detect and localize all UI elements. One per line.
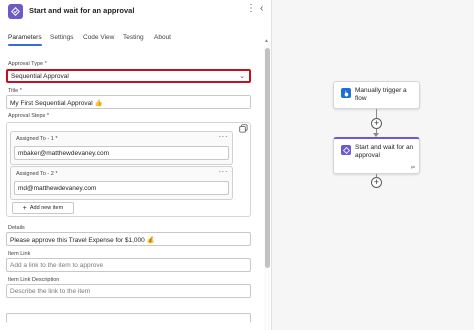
step-2-assignee-value: md@matthewdevaney.com: [18, 185, 97, 192]
step-1-assignee-value: mbaker@matthewdevaney.com: [18, 150, 110, 157]
chevron-down-icon: ⌄: [239, 73, 245, 80]
scrollbar-thumb[interactable]: [265, 48, 270, 268]
action-details-panel: Start and wait for an approval ⋮ ‹ Param…: [0, 0, 272, 330]
details-label: Details: [8, 225, 25, 231]
approval-type-label: Approval Type *: [8, 61, 47, 67]
step-2-more-icon[interactable]: ···: [219, 167, 229, 176]
panel-header: Start and wait for an approval ⋮ ‹: [0, 0, 271, 24]
title-input[interactable]: My First Sequential Approval 👍: [6, 95, 251, 109]
title-value: My First Sequential Approval 👍: [10, 100, 103, 107]
add-step-plus-icon[interactable]: +: [371, 177, 382, 188]
insert-step-plus-icon[interactable]: +: [371, 118, 382, 129]
item-link-input[interactable]: Add a link to the item to approve: [6, 258, 251, 272]
approval-card-icon: [341, 145, 351, 155]
collapse-panel-icon[interactable]: ‹: [260, 4, 263, 14]
details-value: Please approve this Travel Expense for $…: [10, 237, 155, 244]
title-label: Title *: [8, 88, 22, 94]
more-options-icon[interactable]: ⋮: [246, 4, 256, 14]
item-link-placeholder: Add a link to the item to approve: [10, 262, 104, 269]
approval-steps-label: Approval Steps *: [8, 113, 49, 119]
trigger-card-title: Manually trigger a flow: [355, 87, 407, 102]
details-input[interactable]: Please approve this Travel Expense for $…: [6, 232, 251, 246]
approval-step-2: Assigned To - 2 * ··· md@matthewdevaney.…: [10, 166, 233, 200]
manual-trigger-icon: [341, 88, 351, 98]
scroll-up-icon[interactable]: ▲: [264, 38, 269, 44]
next-field-partial[interactable]: [6, 313, 251, 323]
tab-code-view[interactable]: Code View: [83, 34, 114, 41]
active-tab-indicator: [8, 44, 42, 46]
tab-testing[interactable]: Testing: [123, 34, 144, 41]
item-link-description-placeholder: Describe the link to the item: [10, 288, 91, 295]
approval-action-icon: [8, 4, 23, 19]
add-new-item-label: Add new item: [29, 205, 64, 211]
plus-icon: +: [22, 204, 27, 212]
approval-step-1: Assigned To - 1 * ··· mbaker@matthewdeva…: [10, 131, 233, 165]
approval-card-title: Start and wait for an approval: [355, 144, 414, 159]
approval-card[interactable]: Start and wait for an approval ⇄: [333, 137, 420, 174]
panel-title: Start and wait for an approval: [29, 6, 135, 15]
item-link-label: Item Link: [8, 251, 31, 257]
step-2-label: Assigned To - 2 *: [16, 171, 58, 177]
tab-parameters[interactable]: Parameters: [8, 34, 42, 41]
add-new-item-button[interactable]: + Add new item: [12, 202, 74, 214]
tab-settings[interactable]: Settings: [50, 34, 74, 41]
item-link-description-input[interactable]: Describe the link to the item: [6, 284, 251, 298]
approval-type-value: Sequential Approval: [11, 73, 69, 80]
item-link-description-label: Item Link Description: [8, 277, 60, 283]
panel-tabs: Parameters Settings Code View Testing Ab…: [0, 34, 271, 50]
step-1-more-icon[interactable]: ···: [219, 132, 229, 141]
step-1-label: Assigned To - 1 *: [16, 136, 58, 142]
copy-icon[interactable]: [239, 124, 249, 134]
step-1-assignee-input[interactable]: mbaker@matthewdevaney.com: [14, 146, 229, 160]
approval-type-select[interactable]: Sequential Approval ⌄: [6, 69, 251, 83]
trigger-card[interactable]: Manually trigger a flow: [333, 81, 420, 109]
link-icon: ⇄: [410, 165, 415, 171]
step-2-assignee-input[interactable]: md@matthewdevaney.com: [14, 181, 229, 195]
tab-about[interactable]: About: [154, 34, 171, 41]
